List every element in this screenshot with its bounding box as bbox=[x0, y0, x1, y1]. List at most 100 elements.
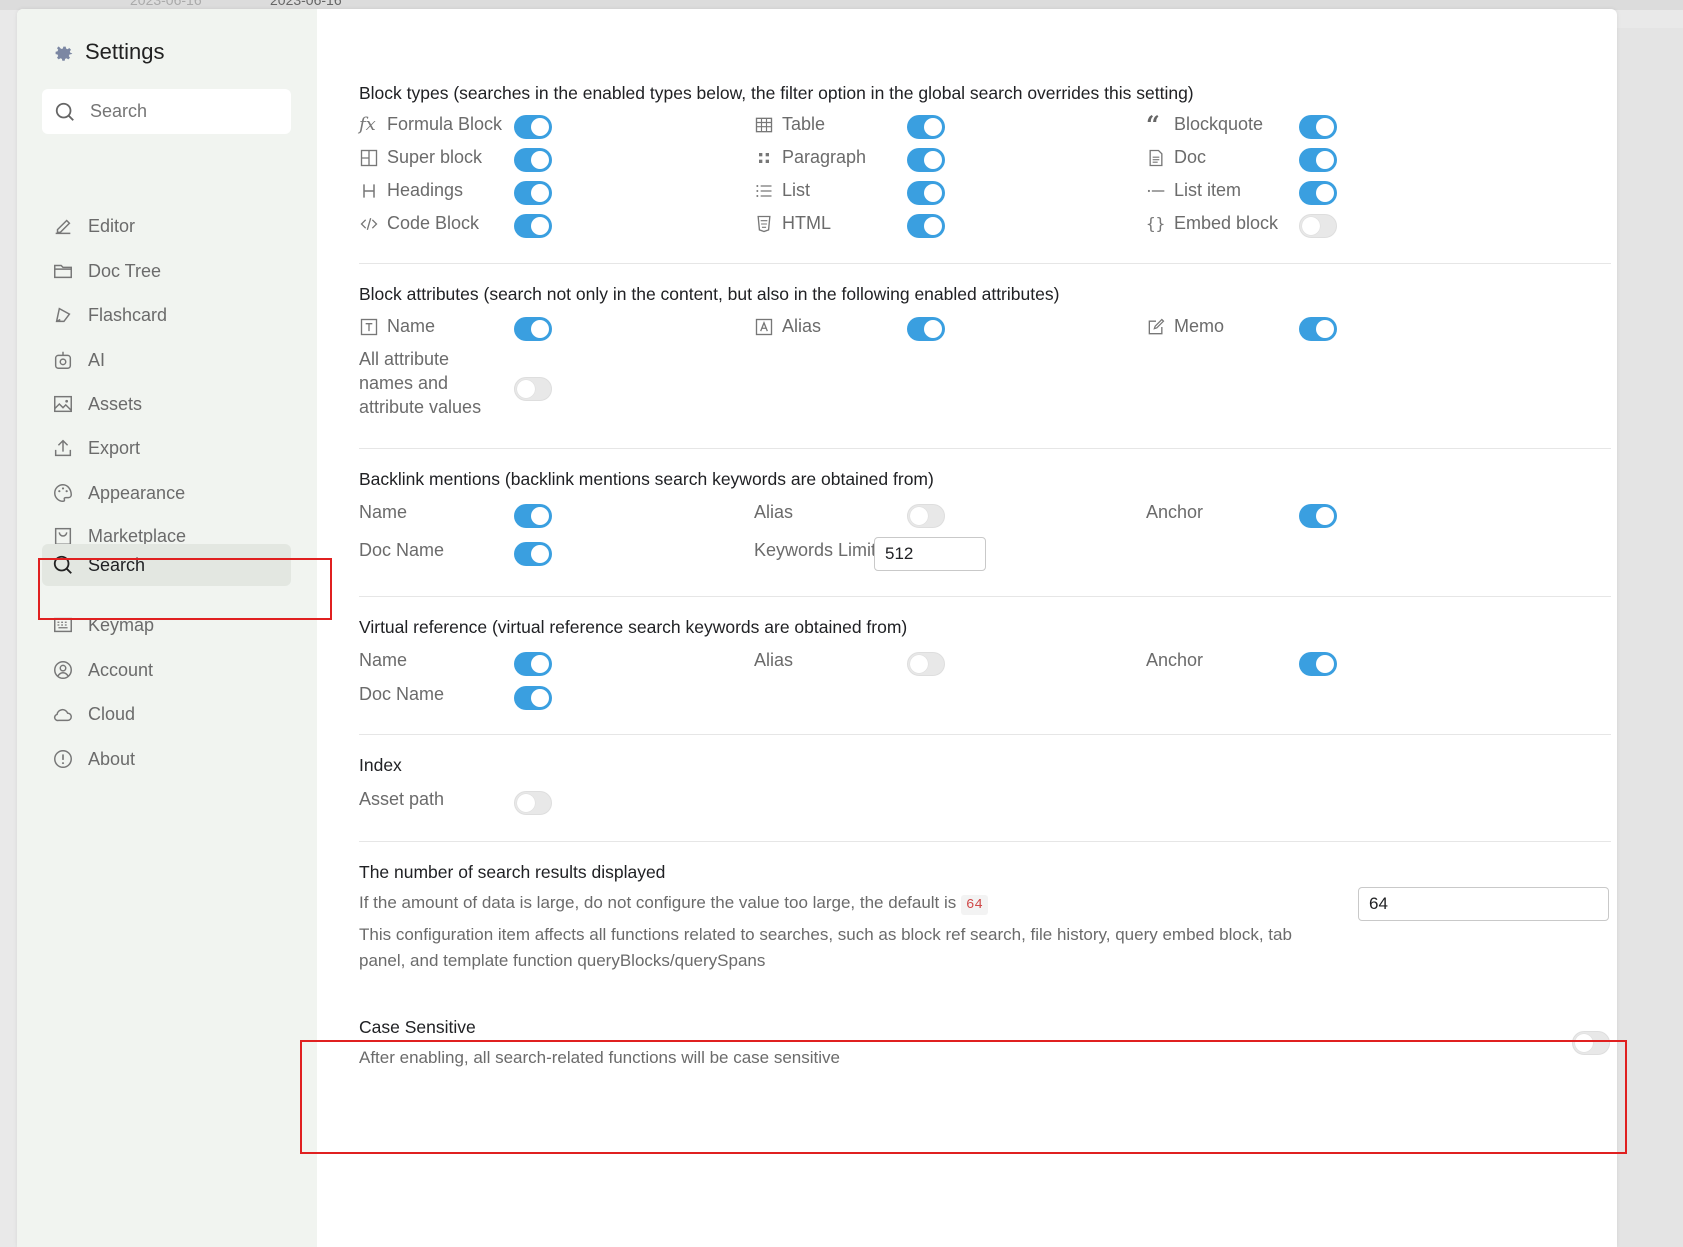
sidebar-item-doc-tree[interactable]: Doc Tree bbox=[42, 250, 291, 292]
settings-title-text: Settings bbox=[85, 39, 165, 64]
asset-path-toggle[interactable] bbox=[514, 791, 552, 815]
attr-alias-toggle[interactable] bbox=[907, 317, 945, 341]
embed-block-toggle[interactable] bbox=[1299, 214, 1337, 238]
settings-content: Block types (searches in the enabled typ… bbox=[317, 9, 1617, 1247]
vref-docname-toggle[interactable] bbox=[514, 686, 552, 710]
block-type-paragraph: Paragraph bbox=[754, 147, 866, 168]
attr-name: Name bbox=[359, 316, 435, 337]
block-type-label: Super block bbox=[387, 147, 483, 167]
results-limit-desc2-line: panel, and template function queryBlocks… bbox=[359, 951, 766, 970]
robot-icon bbox=[54, 351, 72, 369]
alias-attr-icon bbox=[755, 318, 773, 335]
super-block-toggle[interactable] bbox=[514, 148, 552, 172]
backlink-docname-toggle[interactable] bbox=[514, 542, 552, 566]
sidebar-item-export[interactable]: Export bbox=[42, 427, 291, 469]
vref-docname-label: Doc Name bbox=[359, 684, 445, 704]
sidebar-item-account[interactable]: Account bbox=[42, 649, 291, 691]
sidebar-item-cloud[interactable]: Cloud bbox=[42, 693, 291, 735]
sidebar-item-appearance[interactable]: Appearance bbox=[42, 472, 291, 514]
sidebar-search-input[interactable] bbox=[88, 100, 272, 123]
block-type-embed: {} Embed block bbox=[1146, 213, 1278, 234]
list-toggle[interactable] bbox=[907, 181, 945, 205]
sidebar-item-label: Assets bbox=[88, 393, 143, 414]
attr-label: Memo bbox=[1174, 316, 1225, 336]
case-sensitive-toggle[interactable] bbox=[1572, 1031, 1610, 1055]
block-type-label: Paragraph bbox=[782, 147, 867, 167]
results-limit-desc2: This configuration item affects all func… bbox=[359, 922, 1319, 974]
block-attributes-title: Block attributes (search not only in the… bbox=[359, 284, 1060, 304]
case-sensitive-title: Case Sensitive bbox=[359, 1017, 476, 1037]
block-type-formula: fx Formula Block bbox=[359, 114, 502, 135]
divider bbox=[359, 448, 1611, 449]
search-icon bbox=[55, 102, 74, 121]
vref-alias-toggle[interactable] bbox=[907, 652, 945, 676]
block-type-table: Table bbox=[754, 114, 825, 135]
sidebar-item-ai[interactable]: AI bbox=[42, 339, 291, 381]
sidebar-item-editor[interactable]: Editor bbox=[42, 205, 291, 247]
backlink-name-toggle[interactable] bbox=[514, 504, 552, 528]
divider bbox=[359, 263, 1611, 264]
sidebar-item-about[interactable]: About bbox=[42, 738, 291, 780]
html-toggle[interactable] bbox=[907, 214, 945, 238]
blockquote-toggle[interactable] bbox=[1299, 115, 1337, 139]
results-limit-input[interactable] bbox=[1358, 887, 1609, 921]
settings-title: Settings bbox=[51, 39, 165, 65]
block-type-code: Code Block bbox=[359, 213, 479, 234]
block-type-label: Table bbox=[782, 114, 826, 134]
sidebar-item-label: Cloud bbox=[88, 703, 136, 724]
attr-name-toggle[interactable] bbox=[514, 317, 552, 341]
block-type-label: Blockquote bbox=[1174, 114, 1264, 134]
vref-alias-label: Alias bbox=[754, 650, 794, 670]
sidebar-item-label: Export bbox=[88, 437, 141, 458]
backlink-anchor-toggle[interactable] bbox=[1299, 504, 1337, 528]
sidebar-search[interactable] bbox=[42, 89, 291, 134]
block-types-title: Block types (searches in the enabled typ… bbox=[359, 83, 1194, 103]
headings-toggle[interactable] bbox=[514, 181, 552, 205]
palette-icon bbox=[54, 484, 72, 502]
code-block-toggle[interactable] bbox=[514, 214, 552, 238]
vref-name-toggle[interactable] bbox=[514, 652, 552, 676]
pencil-icon bbox=[55, 219, 71, 235]
backlink-docname-label: Doc Name bbox=[359, 540, 445, 560]
block-type-label: Embed block bbox=[1174, 213, 1279, 233]
block-type-html: HTML bbox=[754, 213, 831, 234]
sidebar-item-label: Flashcard bbox=[88, 304, 168, 325]
divider bbox=[359, 596, 1611, 597]
results-limit-title: The number of search results displayed bbox=[359, 862, 666, 882]
sidebar-item-label: Search bbox=[88, 554, 146, 575]
table-toggle[interactable] bbox=[907, 115, 945, 139]
sidebar-item-assets[interactable]: Assets bbox=[42, 383, 291, 425]
divider bbox=[359, 841, 1611, 842]
attr-all-label: All attribute names and attribute values bbox=[359, 347, 481, 419]
name-attr-icon bbox=[360, 318, 378, 335]
embed-icon: {} bbox=[1146, 214, 1166, 233]
sidebar-item-flashcard[interactable]: Flashcard bbox=[42, 294, 291, 336]
superblock-icon bbox=[360, 149, 378, 166]
backlink-alias-toggle[interactable] bbox=[907, 504, 945, 528]
keywords-limit-input[interactable] bbox=[874, 537, 986, 571]
doc-toggle[interactable] bbox=[1299, 148, 1337, 172]
attr-all-line: attribute values bbox=[359, 397, 482, 417]
formula-block-toggle[interactable] bbox=[514, 115, 552, 139]
attr-label: Alias bbox=[782, 316, 822, 336]
sidebar-item-label: Doc Tree bbox=[88, 260, 162, 281]
memo-attr-icon bbox=[1148, 318, 1165, 334]
list-item-toggle[interactable] bbox=[1299, 181, 1337, 205]
backlink-title: Backlink mentions (backlink mentions sea… bbox=[359, 469, 934, 489]
attr-all-line: names and bbox=[359, 373, 449, 393]
attr-memo-toggle[interactable] bbox=[1299, 317, 1337, 341]
sidebar-item-label: Keymap bbox=[88, 614, 155, 635]
vref-anchor-toggle[interactable] bbox=[1299, 652, 1337, 676]
sidebar-item-label: About bbox=[88, 748, 136, 769]
results-limit-desc-text: If the amount of data is large, do not c… bbox=[359, 893, 957, 912]
paragraph-toggle[interactable] bbox=[907, 148, 945, 172]
formula-icon: fx bbox=[359, 114, 376, 135]
sidebar-item-search[interactable]: Search bbox=[42, 544, 291, 586]
background-tab-date-active: 2023-06-16 bbox=[270, 0, 342, 8]
attr-all-toggle[interactable] bbox=[514, 377, 552, 401]
search-icon bbox=[53, 555, 72, 574]
sidebar-item-keymap[interactable]: Keymap bbox=[42, 604, 291, 646]
attr-memo: Memo bbox=[1146, 316, 1224, 337]
account-icon bbox=[54, 661, 72, 679]
quote-icon: “ bbox=[1146, 109, 1160, 139]
